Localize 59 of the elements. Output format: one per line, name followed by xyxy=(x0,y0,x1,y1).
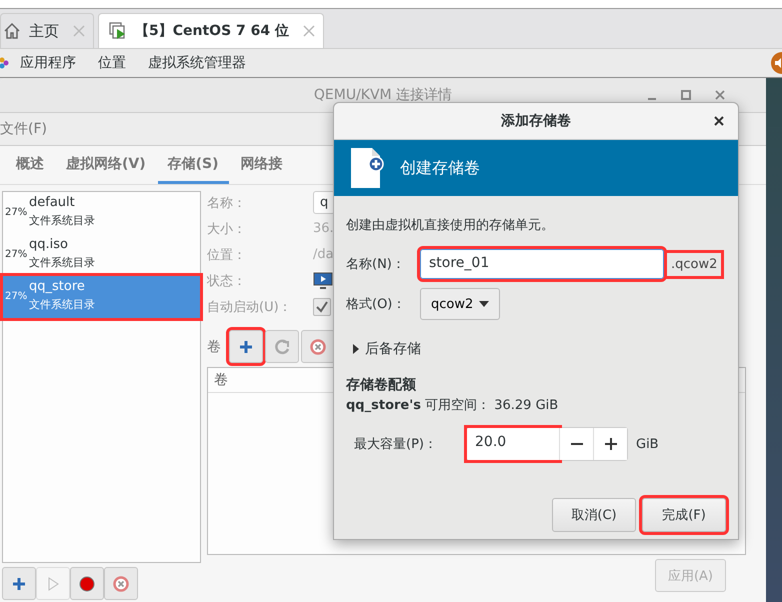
detail-label: 自动启动(U)： xyxy=(207,298,293,316)
format-dropdown[interactable]: qcow2 xyxy=(420,288,500,320)
capacity-label: 最大容量(P)： xyxy=(354,436,438,453)
browser-tab[interactable]: 【5】CentOS 7 64 位 xyxy=(98,13,324,48)
maximize-icon[interactable] xyxy=(680,89,692,101)
name-field[interactable]: q xyxy=(313,191,336,214)
speaker-icon[interactable] xyxy=(768,52,782,74)
name-label: 名称(N)： xyxy=(346,256,406,273)
delete-icon xyxy=(112,574,130,592)
play-window-icon xyxy=(109,22,127,40)
delete-icon xyxy=(309,338,327,356)
finish-button[interactable]: 完成(F) xyxy=(642,498,726,532)
menu-item[interactable]: 文件(F) xyxy=(0,120,47,138)
stop-pool-button[interactable] xyxy=(70,567,104,600)
add-volume-button[interactable] xyxy=(229,330,263,363)
volumes-label: 卷 xyxy=(207,338,221,356)
cancel-button[interactable]: 取消(C) xyxy=(552,498,636,532)
window-title: QEMU/KVM 连接详情 xyxy=(314,86,452,104)
delete-pool-button[interactable] xyxy=(104,567,138,600)
autostart-checkbox[interactable] xyxy=(313,298,331,316)
plus-icon xyxy=(238,338,254,354)
plus-icon xyxy=(11,576,27,592)
refresh-volume-button[interactable] xyxy=(265,330,299,363)
name-field[interactable]: store_01 xyxy=(420,249,664,279)
tab[interactable]: 虚拟网络(V) xyxy=(56,155,156,184)
add-pool-button[interactable] xyxy=(2,567,36,600)
refresh-icon xyxy=(273,338,291,356)
stop-icon xyxy=(78,574,96,592)
section-title: 存储卷配额 xyxy=(346,376,417,394)
detail-label: 大小： xyxy=(207,220,247,238)
detail-label: 位置： xyxy=(207,246,247,264)
top-bar-menu[interactable]: 虚拟系统管理器 xyxy=(148,54,246,72)
dialog-title: 添加存储卷 xyxy=(501,112,571,130)
dialog-description: 创建由虚拟机直接使用的存储单元。 xyxy=(346,217,555,234)
unit-label: GiB xyxy=(636,436,659,452)
extension-label: .qcow2 xyxy=(667,252,722,276)
tab[interactable]: 存储(S) xyxy=(158,155,229,184)
format-label: 格式(O)： xyxy=(346,296,406,313)
column-header[interactable]: 卷 xyxy=(214,372,228,388)
new-document-icon xyxy=(350,147,384,189)
backing-store-expander[interactable]: 后备存储 xyxy=(346,332,427,366)
available-space-text: qq_store's 可用空间： 36.29 GiB xyxy=(346,397,560,414)
browser-tab[interactable]: 主页 xyxy=(0,13,94,48)
home-icon xyxy=(3,22,21,40)
detail-label: 状态： xyxy=(207,272,247,290)
delete-volume-button[interactable] xyxy=(301,330,335,363)
close-icon[interactable] xyxy=(714,116,724,126)
top-bar-menu[interactable]: 应用程序 xyxy=(20,54,76,72)
detail-value: 36. xyxy=(313,221,334,236)
detail-value: /da xyxy=(313,247,334,262)
tab[interactable]: 网络接 xyxy=(230,155,293,184)
caret-right-icon xyxy=(352,344,360,354)
caret-icon xyxy=(479,301,490,307)
flower-icon xyxy=(0,56,10,70)
tab[interactable]: 概述 xyxy=(6,155,54,184)
detail-label: 名称： xyxy=(207,194,247,212)
monitor-icon xyxy=(313,272,333,290)
top-bar-menu[interactable]: 位置 xyxy=(98,54,126,72)
banner-title: 创建存储卷 xyxy=(400,158,480,178)
